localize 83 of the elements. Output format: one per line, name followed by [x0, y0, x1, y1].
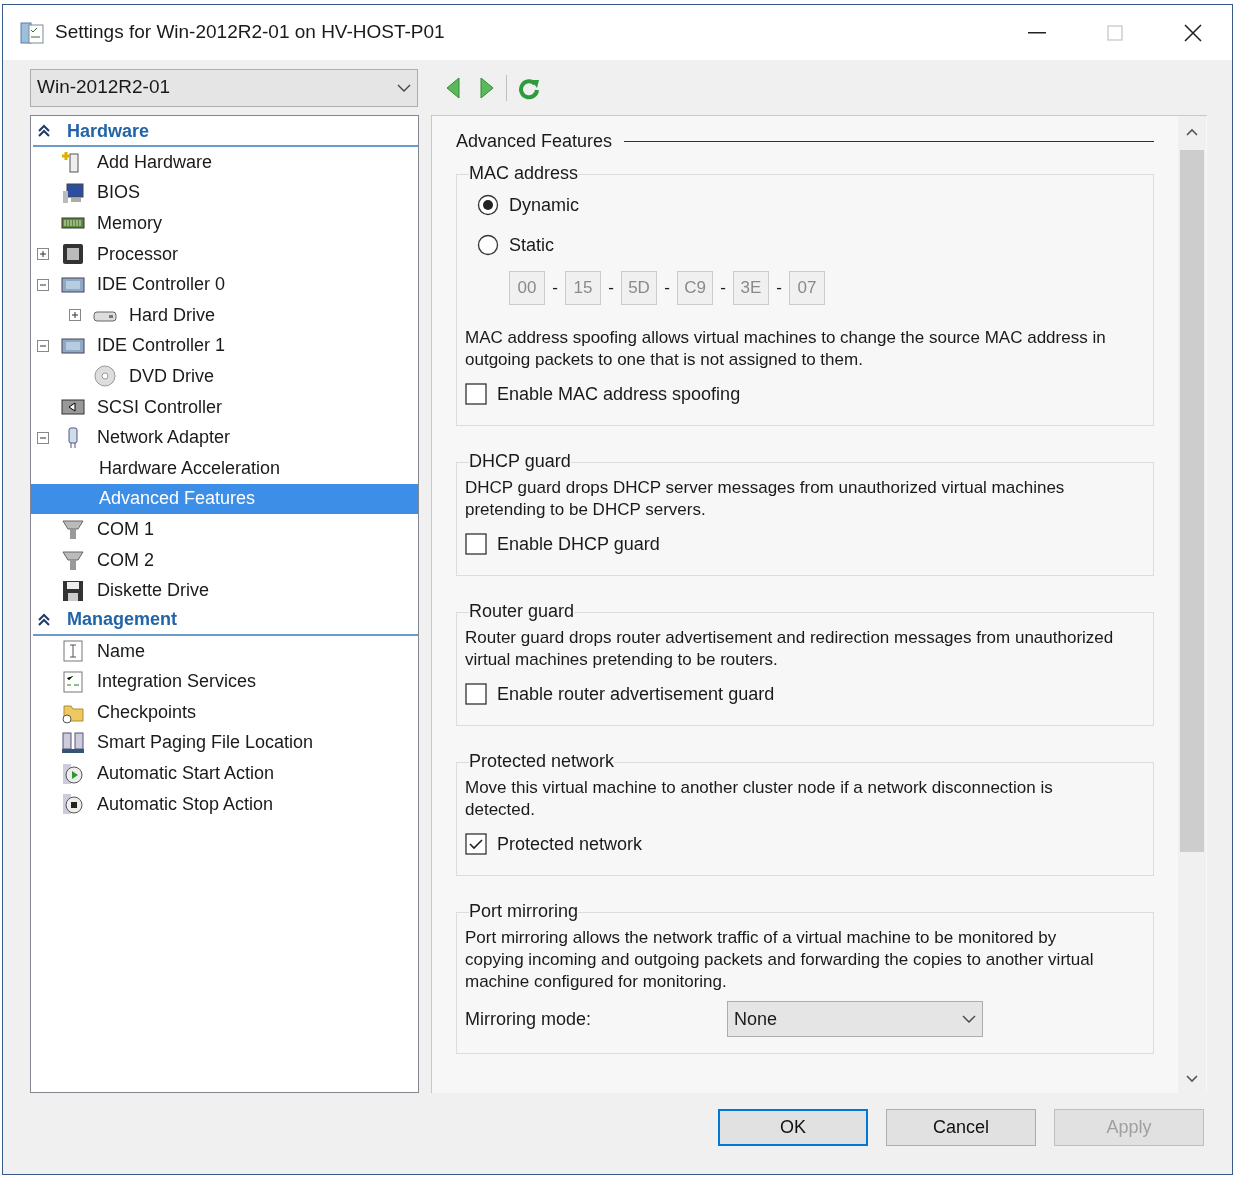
scroll-thumb[interactable] [1180, 150, 1204, 852]
radio-button[interactable] [477, 194, 499, 216]
collapse-icon[interactable] [37, 339, 49, 352]
collapse-icon[interactable] [37, 431, 49, 444]
description-text: DHCP guard drops DHCP server messages from unauthorized virtual machines pretending to be DHCP servers. [465, 477, 1066, 521]
play-circle-icon [61, 761, 85, 786]
dialog-button[interactable]: OK [718, 1109, 868, 1146]
collapse-chevron-icon [37, 124, 51, 138]
chevron-down-icon [397, 83, 411, 92]
separator-dash: - [663, 277, 671, 300]
scroll-down-icon[interactable] [1186, 1075, 1198, 1083]
close-icon [1183, 22, 1203, 43]
section-header[interactable]: Hardware [33, 117, 418, 147]
expand-icon[interactable] [69, 309, 81, 322]
serial-port-icon [61, 517, 85, 542]
collapse-icon[interactable] [37, 278, 49, 291]
section-heading: Advanced Features [456, 129, 613, 153]
chevron-down-icon [962, 1015, 976, 1023]
separator-dash: - [551, 277, 559, 300]
dialog-button[interactable]: Cancel [886, 1109, 1036, 1146]
radio-label[interactable]: Dynamic [509, 191, 579, 219]
checkbox-label[interactable]: Enable DHCP guard [497, 530, 660, 558]
app-icon [19, 19, 47, 46]
disc-icon [93, 364, 117, 389]
tree-item[interactable]: Checkpoints [31, 697, 418, 728]
description-text: MAC address spoofing allows virtual machines to change the source MAC address in outgoing packets to one that is not assigned to them. [465, 327, 1107, 371]
checkbox[interactable] [465, 383, 487, 405]
tree-item[interactable]: Hard Drive [31, 299, 418, 331]
tree-item[interactable]: IDE Controller 0 [31, 269, 418, 300]
tree-item[interactable]: DVD Drive [31, 361, 418, 392]
checkbox[interactable] [465, 683, 487, 705]
description-text: Router guard drops router advertisement and redirection messages from unauthorized virtual machines pretending to be routers. [465, 627, 1115, 671]
tree-item[interactable]: Hardware Acceleration [31, 452, 418, 484]
tree-item[interactable]: Integration Services [31, 666, 418, 698]
radio-button[interactable] [477, 234, 499, 256]
separator-dash: - [775, 277, 783, 300]
chip-icon [61, 242, 85, 267]
group-title: Router guard [469, 600, 575, 623]
separator-dash: - [607, 277, 615, 300]
group-title: MAC address [469, 162, 579, 185]
tree-item[interactable]: Processor [31, 238, 418, 270]
checkbox-label[interactable]: Enable MAC address spoofing [497, 380, 741, 408]
group-title: Protected network [469, 750, 615, 773]
text-cursor-icon [61, 639, 85, 664]
section-header[interactable]: Management [33, 605, 418, 636]
tree-item[interactable]: Add Hardware [31, 147, 418, 178]
tree-item[interactable]: IDE Controller 1 [31, 330, 418, 362]
tree-item[interactable]: Diskette Drive [31, 575, 418, 606]
tree-item[interactable]: Automatic Stop Action [31, 788, 418, 820]
tree-item[interactable]: SCSI Controller [31, 391, 418, 423]
checkbox-label[interactable]: Enable router advertisement guard [497, 680, 775, 708]
serial-port-icon [61, 548, 85, 572]
minimize-icon [1028, 31, 1046, 34]
tree-item[interactable]: COM 2 [31, 544, 418, 576]
group-title: DHCP guard [469, 450, 571, 473]
maximize-icon [1107, 24, 1123, 41]
tree-item[interactable]: COM 1 [31, 514, 418, 545]
checkbox[interactable] [465, 833, 487, 855]
checklist-icon [61, 669, 85, 694]
tree-item[interactable]: Automatic Start Action [31, 758, 418, 789]
checkbox[interactable] [465, 533, 487, 555]
mirroring-mode-dropdown[interactable]: None [727, 1001, 983, 1037]
server-rack-icon [61, 731, 85, 755]
tree-item[interactable]: Smart Paging File Location [31, 727, 418, 759]
tree-item[interactable]: Network Adapter [31, 422, 418, 453]
tree-item[interactable]: Memory [31, 208, 418, 239]
radio-label[interactable]: Static [509, 231, 555, 259]
stop-circle-icon [61, 792, 85, 817]
vm-dropdown[interactable]: Win-2012R2-01 [30, 68, 418, 107]
window-title: Settings for Win-2012R2-01 on HV-HOST-P01 [55, 20, 445, 45]
expand-icon[interactable] [37, 248, 49, 261]
scrollbar[interactable] [1178, 116, 1206, 1093]
monitor-icon [61, 180, 85, 205]
field-label: Mirroring mode: [465, 1007, 593, 1031]
separator-dash: - [719, 277, 727, 300]
scroll-up-icon[interactable] [1186, 128, 1198, 136]
tree-item[interactable]: Name [31, 635, 418, 667]
group-title: Port mirroring [469, 900, 579, 923]
tree-item[interactable]: BIOS [31, 177, 418, 209]
description-text: Move this virtual machine to another cluster node if a network disconnection is detected. [465, 777, 1054, 821]
collapse-chevron-icon [37, 612, 51, 627]
description-text: Port mirroring allows the network traffic of a virtual machine to be monitored by copying incoming and outgoing packets and forwarding the copies to another virtual machine configured for monitoring. [465, 927, 1095, 993]
checkbox-label[interactable]: Protected network [497, 830, 643, 858]
